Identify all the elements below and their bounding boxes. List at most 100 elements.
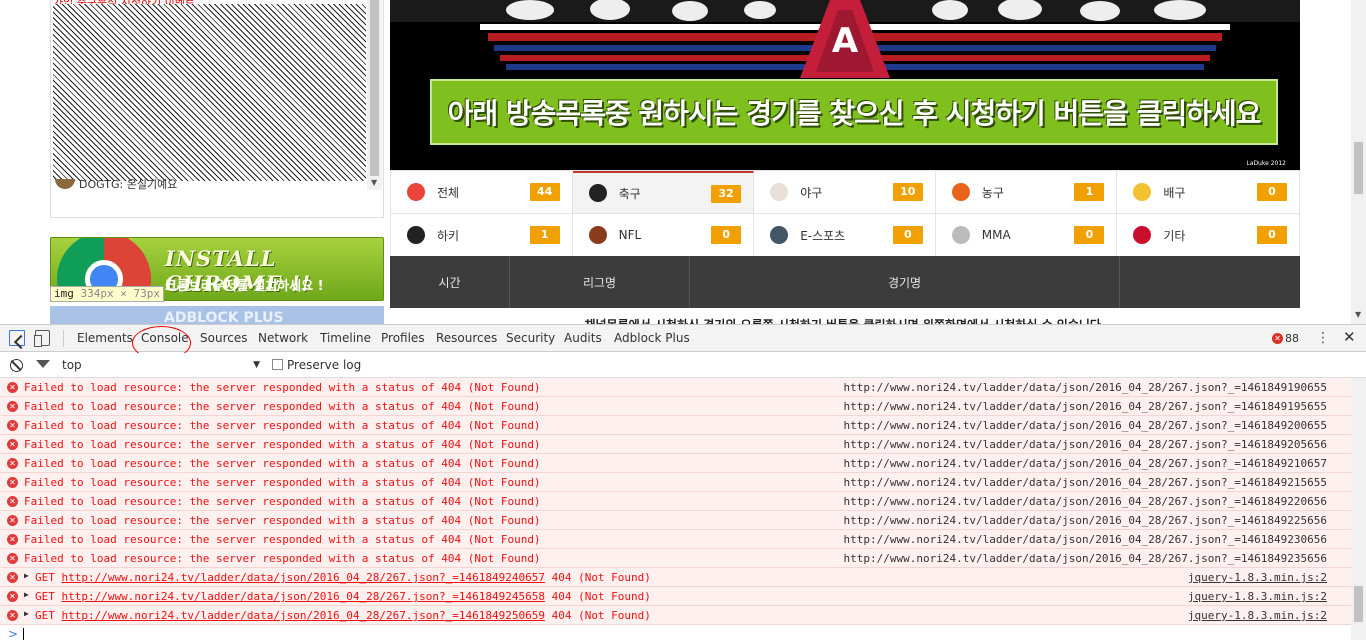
request-method: GET (35, 590, 55, 603)
console-error-row: ✕ Failed to load resource: the server res… (0, 511, 1351, 530)
script-source-link[interactable]: jquery-1.8.3.min.js:2 (1188, 609, 1327, 622)
tab-network[interactable]: Network (258, 325, 308, 352)
error-source-link[interactable]: http://www.nori24.tv/ladder/data/json/20… (844, 495, 1327, 508)
clear-console-icon[interactable] (10, 359, 23, 372)
inspect-element-icon[interactable] (9, 330, 25, 346)
category-3[interactable]: 농구 1 (935, 171, 1118, 214)
error-source-link[interactable]: http://www.nori24.tv/ladder/data/json/20… (844, 419, 1327, 432)
category-name: 배구 (1163, 185, 1186, 200)
hockey-puck-icon (407, 226, 425, 244)
scroll-down-arrow-icon[interactable]: ▼ (1355, 310, 1361, 319)
hero-credit: LaDuke 2012 (1246, 160, 1286, 167)
tab-resources[interactable]: Resources (436, 325, 497, 352)
adblock-plus-banner[interactable]: ADBLOCK PLUS (50, 306, 384, 324)
error-source-link[interactable]: http://www.nori24.tv/ladder/data/json/20… (844, 476, 1327, 489)
error-message: Failed to load resource: the server resp… (24, 381, 541, 394)
console-scrollbar[interactable] (1351, 378, 1366, 640)
error-icon: ✕ (7, 458, 18, 469)
tab-security[interactable]: Security (506, 325, 555, 352)
error-source-link[interactable]: http://www.nori24.tv/ladder/data/json/20… (844, 514, 1327, 527)
category-7[interactable]: E-스포츠 0 (754, 214, 936, 257)
category-5[interactable]: 하키 1 (391, 214, 573, 257)
category-name: 농구 (981, 185, 1004, 200)
category-name: MMA (981, 228, 1011, 242)
error-count-badge[interactable]: ✕ 88 (1272, 332, 1299, 345)
tab-timeline[interactable]: Timeline (320, 325, 371, 352)
side-panel: 가입 축구분석 시청하기 이벤트 DOGTG: 온실기예요 ▼ (50, 0, 384, 218)
execution-context-select[interactable]: top ▼ (62, 357, 260, 374)
hatched-image-placeholder (53, 4, 366, 181)
category-name: 야구 (800, 185, 823, 200)
get-request-text: GET http://www.nori24.tv/ladder/data/jso… (35, 571, 651, 584)
more-options-icon[interactable]: ⋮ (1316, 330, 1330, 346)
device-mode-icon[interactable] (34, 330, 50, 347)
request-method: GET (35, 571, 55, 584)
category-name: 기타 (1163, 228, 1186, 243)
error-icon: ✕ (7, 420, 18, 431)
tab-console[interactable]: Console (141, 325, 189, 352)
error-message: Failed to load resource: the server resp… (24, 514, 541, 527)
error-count: 88 (1285, 332, 1299, 345)
tab-adblock-plus[interactable]: Adblock Plus (614, 325, 690, 352)
tab-audits[interactable]: Audits (564, 325, 602, 352)
script-source-link[interactable]: jquery-1.8.3.min.js:2 (1188, 590, 1327, 603)
console-toolbar: top ▼ Preserve log (0, 353, 1366, 378)
preserve-log-checkbox[interactable] (272, 359, 283, 370)
page-scrollbar[interactable]: ▼ (1351, 0, 1366, 324)
image-dimension-tooltip: img 334px × 73px (50, 286, 164, 302)
other-sports-icon (1133, 226, 1152, 244)
tab-elements[interactable]: Elements (77, 325, 133, 352)
console-error-row: ✕ Failed to load resource: the server res… (0, 492, 1351, 511)
toolbar-divider (63, 330, 64, 347)
expand-triangle-icon[interactable]: ▶ (24, 609, 29, 618)
side-panel-item[interactable]: DOGTG: 온실기예요 (55, 176, 177, 192)
football-icon (588, 226, 607, 244)
console-prompt[interactable]: > (0, 625, 1351, 640)
error-source-link[interactable]: http://www.nori24.tv/ladder/data/json/20… (844, 381, 1327, 394)
console-scroll-thumb[interactable] (1354, 586, 1363, 622)
error-source-link[interactable]: http://www.nori24.tv/ladder/data/json/20… (844, 438, 1327, 451)
request-url-link[interactable]: http://www.nori24.tv/ladder/data/json/20… (62, 590, 545, 603)
expand-triangle-icon[interactable]: ▶ (24, 571, 29, 580)
pot-icon (55, 179, 75, 189)
error-source-link[interactable]: http://www.nori24.tv/ladder/data/json/20… (844, 552, 1327, 565)
request-url-link[interactable]: http://www.nori24.tv/ladder/data/json/20… (62, 609, 545, 622)
error-source-link[interactable]: http://www.nori24.tv/ladder/data/json/20… (844, 400, 1327, 413)
console-get-error-row[interactable]: ✕ ▶ GET http://www.nori24.tv/ladder/data/j… (0, 606, 1351, 625)
expand-triangle-icon[interactable]: ▶ (24, 590, 29, 599)
filter-icon[interactable] (36, 360, 50, 368)
console-error-row: ✕ Failed to load resource: the server res… (0, 397, 1351, 416)
request-status: 404 (Not Found) (551, 609, 651, 622)
category-9[interactable]: 기타 0 (1117, 214, 1299, 257)
hero-instruction-banner: 아래 방송목록중 원하시는 경기를 찾으신 후 시청하기 버튼을 클릭하세요 (430, 79, 1278, 145)
error-source-link[interactable]: http://www.nori24.tv/ladder/data/json/20… (844, 533, 1327, 546)
tab-profiles[interactable]: Profiles (381, 325, 425, 352)
category-count-badge: 0 (1074, 226, 1105, 244)
error-source-link[interactable]: http://www.nori24.tv/ladder/data/json/20… (844, 457, 1327, 470)
tab-sources[interactable]: Sources (200, 325, 247, 352)
category-count-badge: 0 (711, 226, 742, 244)
console-get-error-row[interactable]: ✕ ▶ GET http://www.nori24.tv/ladder/data/j… (0, 587, 1351, 606)
category-8[interactable]: MMA 0 (935, 214, 1118, 257)
soccer-ball-icon (588, 184, 607, 202)
scroll-down-arrow-icon[interactable]: ▼ (371, 178, 377, 187)
error-message: Failed to load resource: the server resp… (24, 495, 541, 508)
text-caret (23, 628, 24, 640)
get-request-text: GET http://www.nori24.tv/ladder/data/jso… (35, 609, 651, 622)
request-url-link[interactable]: http://www.nori24.tv/ladder/data/json/20… (62, 571, 545, 584)
category-1[interactable]: 축구 32 (572, 171, 755, 214)
category-0[interactable]: 전체 44 (391, 171, 573, 214)
page-scroll-thumb[interactable] (1354, 142, 1363, 194)
script-source-link[interactable]: jquery-1.8.3.min.js:2 (1188, 571, 1327, 584)
error-icon: ✕ (7, 515, 18, 526)
category-2[interactable]: 야구 10 (754, 171, 936, 214)
side-panel-scrollbar[interactable]: ▼ (367, 0, 382, 190)
schedule-notice: 채널목록에서 시청하신 경기의 오른쪽 시청하기 버튼을 클릭하시면 왼쪽화면에… (390, 308, 1300, 324)
error-message: Failed to load resource: the server resp… (24, 457, 541, 470)
close-icon[interactable]: ✕ (1343, 329, 1356, 345)
tooltip-dims: 334px × 73px (80, 287, 160, 300)
side-panel-scroll-thumb[interactable] (370, 0, 379, 176)
category-6[interactable]: NFL 0 (572, 214, 755, 257)
category-4[interactable]: 배구 0 (1117, 171, 1299, 214)
console-get-error-row[interactable]: ✕ ▶ GET http://www.nori24.tv/ladder/data/j… (0, 568, 1351, 587)
